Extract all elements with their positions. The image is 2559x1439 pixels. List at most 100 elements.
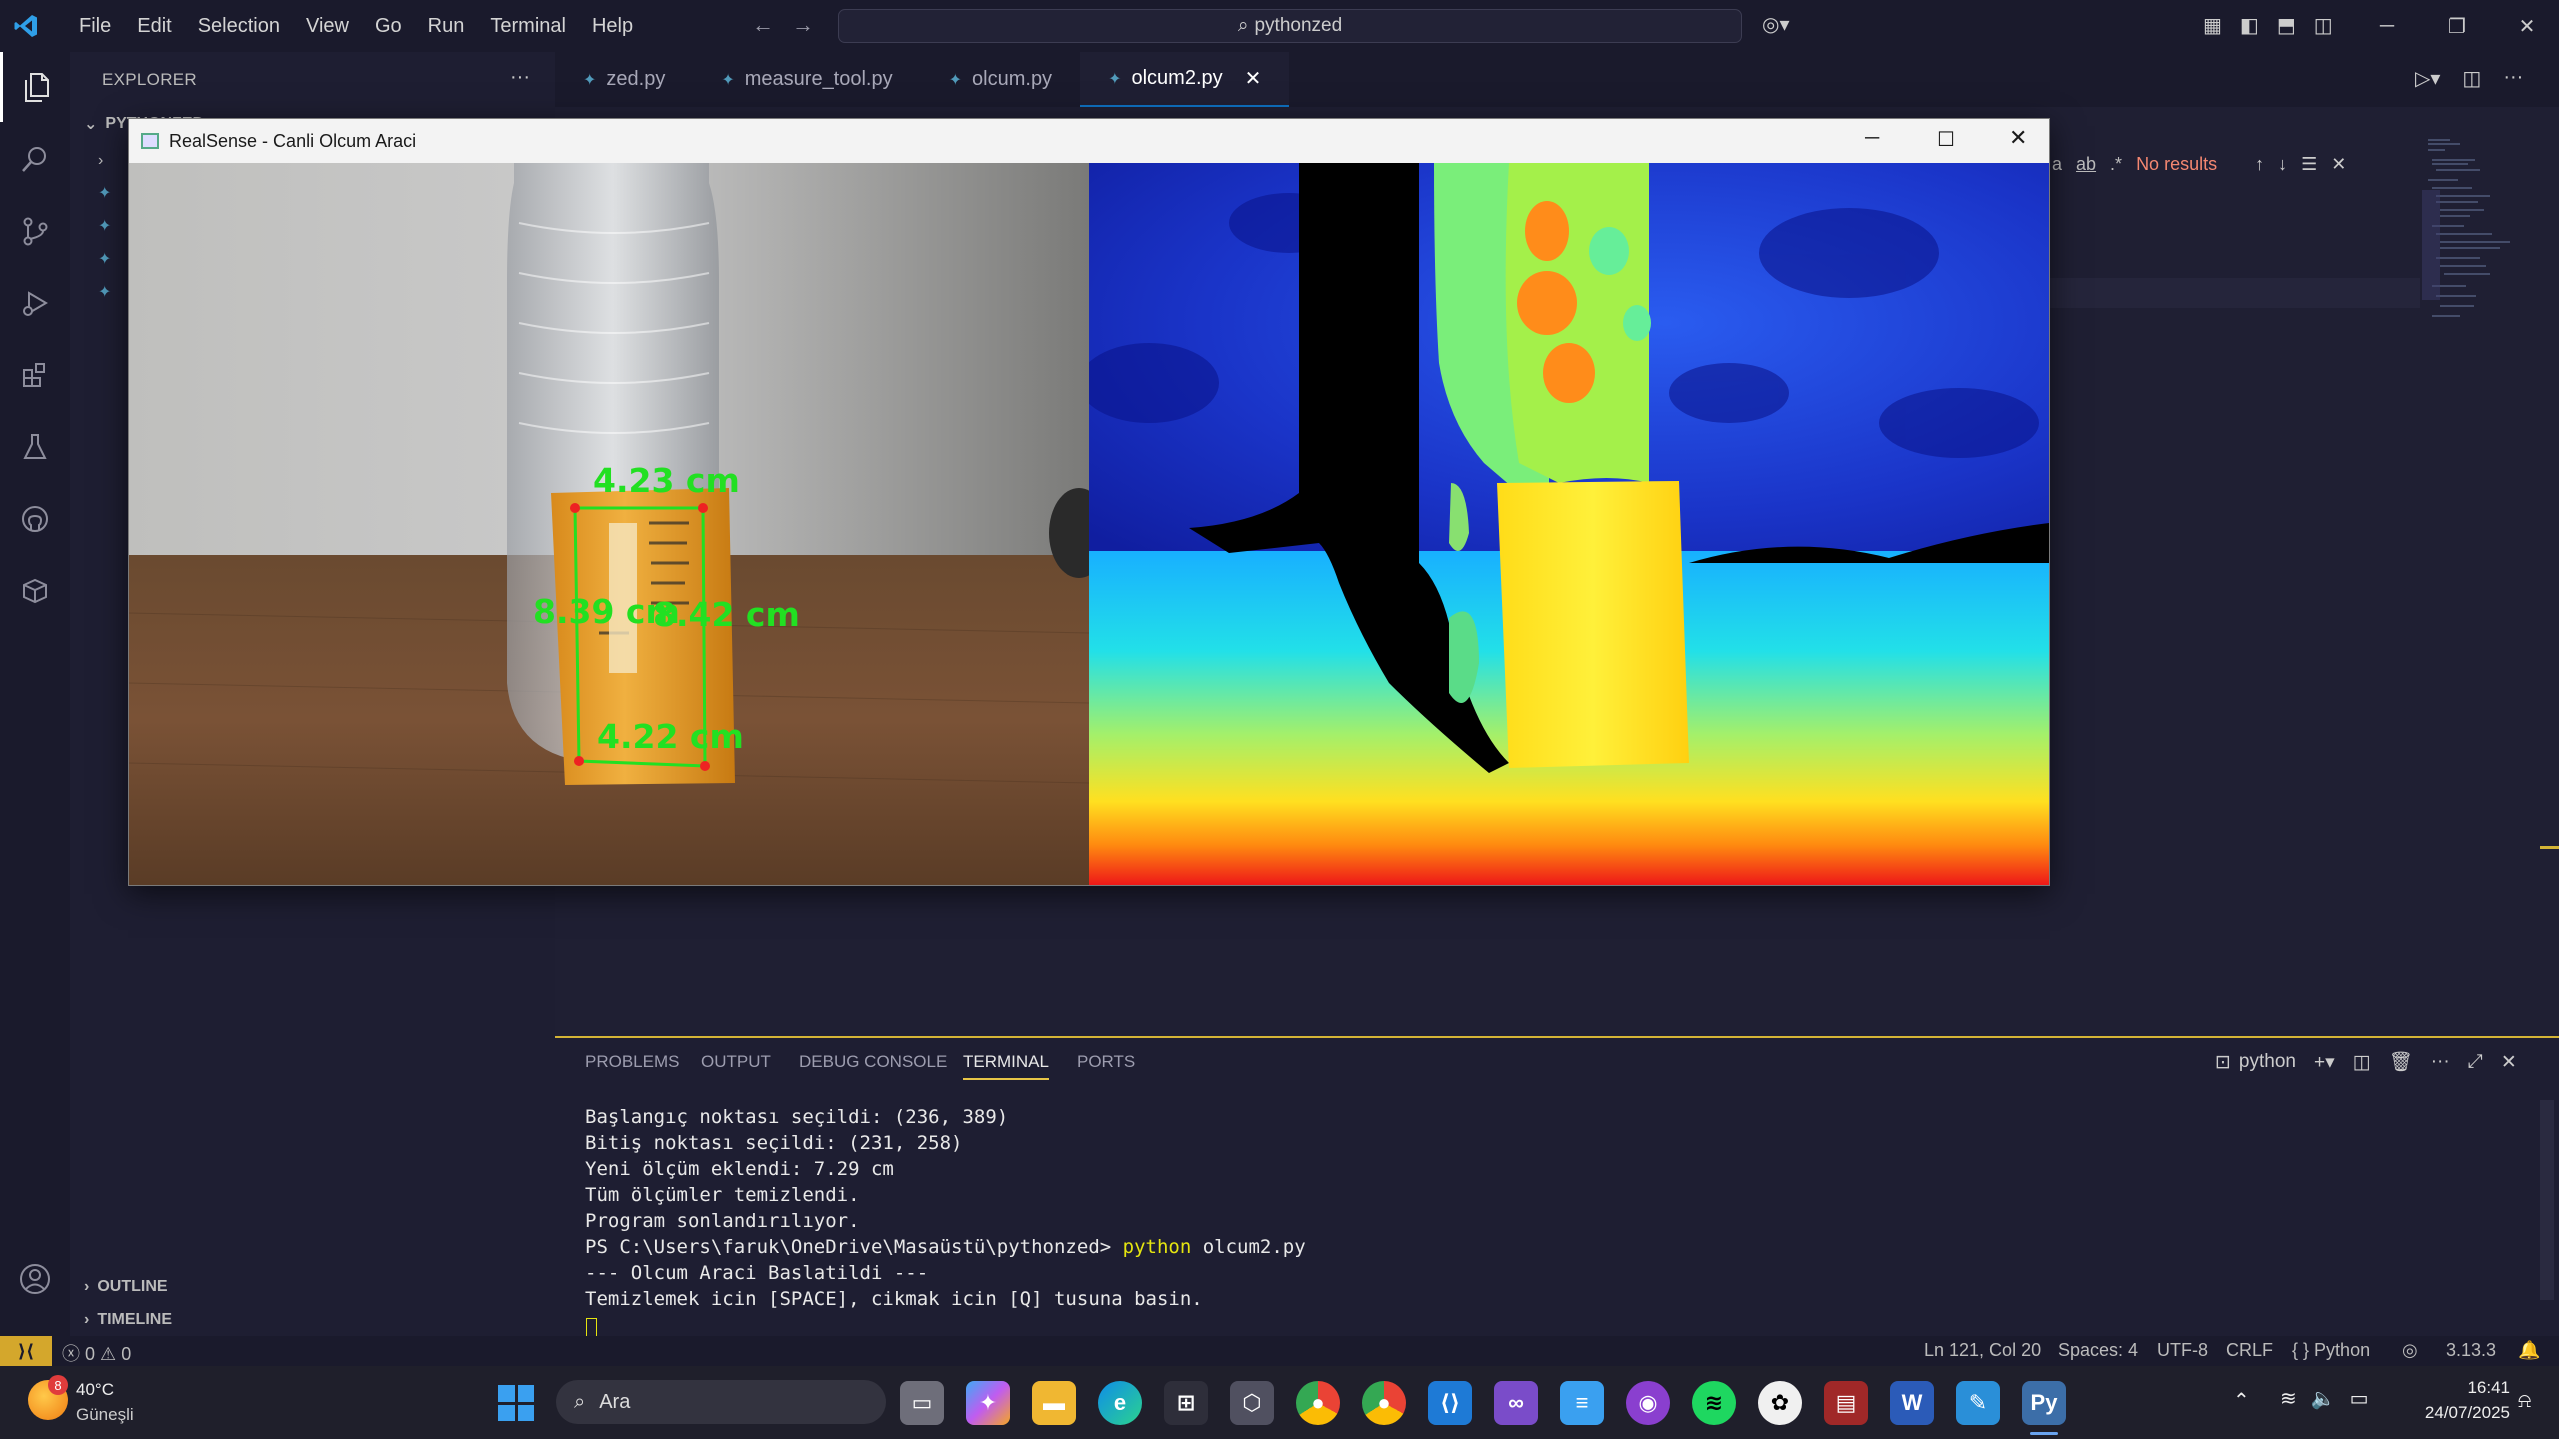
clock-date[interactable]: 24/07/2025 bbox=[2400, 1403, 2510, 1423]
outline-section[interactable]: › OUTLINE bbox=[84, 1278, 168, 1296]
github-desktop-icon[interactable]: ◉ bbox=[1626, 1381, 1670, 1425]
customize-layout-icon[interactable]: ▦ bbox=[2203, 13, 2222, 38]
menu-help[interactable]: Help bbox=[579, 15, 646, 38]
python-taskbar-icon[interactable]: Py bbox=[2022, 1381, 2066, 1425]
winrar-icon[interactable]: ▤ bbox=[1824, 1381, 1868, 1425]
language-mode[interactable]: { } Python bbox=[2292, 1340, 2370, 1361]
chrome-icon[interactable]: ● bbox=[1296, 1381, 1340, 1425]
python-file-icon[interactable]: ✦ bbox=[98, 210, 111, 243]
explorer-icon[interactable] bbox=[0, 52, 70, 122]
unity-hub-icon[interactable]: ⬡ bbox=[1230, 1381, 1274, 1425]
python-file-icon[interactable]: ✦ bbox=[98, 243, 111, 276]
minimap[interactable] bbox=[2420, 130, 2520, 390]
word-icon[interactable]: W bbox=[1890, 1381, 1934, 1425]
maximize-panel-icon[interactable]: ⤢ bbox=[2468, 1051, 2483, 1073]
visual-studio-icon[interactable]: ∞ bbox=[1494, 1381, 1538, 1425]
github-icon[interactable] bbox=[0, 484, 70, 554]
menu-terminal[interactable]: Terminal bbox=[477, 15, 579, 38]
tab-ports[interactable]: PORTS bbox=[1077, 1052, 1135, 1072]
weather-temp[interactable]: 40°C bbox=[76, 1380, 114, 1400]
cursor-position[interactable]: Ln 121, Col 20 bbox=[1924, 1340, 2041, 1361]
timeline-section[interactable]: › TIMELINE bbox=[84, 1311, 172, 1329]
terminal-scrollbar[interactable] bbox=[2540, 1100, 2554, 1300]
source-control-icon[interactable] bbox=[0, 196, 70, 266]
start-windows-icon[interactable] bbox=[498, 1385, 534, 1421]
tab-terminal[interactable]: TERMINAL bbox=[963, 1052, 1049, 1080]
notifications-bell-icon[interactable]: 🔔 bbox=[2518, 1340, 2540, 1361]
end-of-line[interactable]: CRLF bbox=[2226, 1340, 2273, 1361]
find-in-selection-icon[interactable]: ☰ bbox=[2301, 154, 2317, 175]
maximize-button[interactable]: ☐ bbox=[1937, 127, 1955, 152]
tab-zed[interactable]: ✦ zed.py bbox=[555, 52, 693, 107]
forward-arrow-icon[interactable]: → bbox=[792, 12, 814, 38]
paint-icon[interactable]: ✎ bbox=[1956, 1381, 2000, 1425]
split-editor-icon[interactable]: ◫ bbox=[2462, 66, 2481, 91]
microsoft-store-icon[interactable]: ⊞ bbox=[1164, 1381, 1208, 1425]
python-version[interactable]: 3.13.3 bbox=[2446, 1340, 2496, 1361]
chrome-profile-icon[interactable]: ● bbox=[1362, 1381, 1406, 1425]
openai-icon[interactable]: ✿ bbox=[1758, 1381, 1802, 1425]
copilot-status-icon[interactable]: ◎ bbox=[2402, 1340, 2418, 1361]
python-file-icon[interactable]: ✦ bbox=[98, 177, 111, 210]
menu-run[interactable]: Run bbox=[415, 15, 478, 38]
extensions-icon[interactable] bbox=[0, 340, 70, 410]
command-center-search[interactable]: ⌕ pythonzed bbox=[838, 9, 1742, 43]
close-tab-icon[interactable]: ✕ bbox=[1245, 66, 1262, 91]
indentation[interactable]: Spaces: 4 bbox=[2058, 1340, 2138, 1361]
tab-measure-tool[interactable]: ✦ measure_tool.py bbox=[693, 52, 920, 107]
containers-icon[interactable] bbox=[0, 556, 70, 626]
toggle-panel-icon[interactable]: ⬒ bbox=[2277, 13, 2296, 38]
problems-indicator[interactable]: ⓧ 0 ⚠ 0 bbox=[62, 1340, 131, 1366]
tab-output[interactable]: OUTPUT bbox=[701, 1052, 771, 1072]
copilot-app-icon[interactable]: ✦ bbox=[966, 1381, 1010, 1425]
rgb-camera-view[interactable]: 4.23 cm 8.39 cm 8.42 cm 4.22 cm bbox=[129, 163, 1089, 885]
tab-olcum2[interactable]: ✦ olcum2.py ✕ bbox=[1080, 52, 1290, 107]
menu-edit[interactable]: Edit bbox=[124, 15, 184, 38]
kill-terminal-icon[interactable]: 🗑 bbox=[2389, 1050, 2413, 1074]
file-explorer-icon[interactable]: ▬ bbox=[1032, 1381, 1076, 1425]
terminal-shell-name[interactable]: python bbox=[2239, 1051, 2296, 1073]
close-button[interactable]: ✕ bbox=[2009, 125, 2027, 151]
regex-icon[interactable]: .* bbox=[2110, 154, 2122, 175]
notification-center-icon[interactable]: ⍾ bbox=[2518, 1390, 2531, 1413]
previous-match-icon[interactable]: ↑ bbox=[2255, 154, 2264, 175]
tab-problems[interactable]: PROBLEMS bbox=[585, 1052, 679, 1072]
menu-selection[interactable]: Selection bbox=[185, 15, 293, 38]
more-actions-icon[interactable]: ··· bbox=[2431, 1051, 2450, 1073]
python-file-icon[interactable]: ✦ bbox=[98, 276, 111, 309]
toggle-secondary-sidebar-icon[interactable]: ◫ bbox=[2314, 13, 2333, 38]
encoding[interactable]: UTF-8 bbox=[2157, 1340, 2208, 1361]
account-icon[interactable] bbox=[0, 1244, 70, 1314]
close-find-icon[interactable]: ✕ bbox=[2331, 154, 2346, 175]
match-case-icon[interactable]: a bbox=[2052, 154, 2062, 175]
tab-debug-console[interactable]: DEBUG CONSOLE bbox=[799, 1052, 947, 1072]
close-button[interactable]: ✕ bbox=[2492, 0, 2559, 52]
next-match-icon[interactable]: ↓ bbox=[2278, 154, 2287, 175]
show-hidden-icons[interactable]: ⌃ bbox=[2233, 1388, 2250, 1413]
match-whole-word-icon[interactable]: ab bbox=[2076, 154, 2096, 175]
back-arrow-icon[interactable]: ← bbox=[752, 12, 774, 38]
vscode-taskbar-icon[interactable]: ⟨⟩ bbox=[1428, 1381, 1472, 1425]
minimize-button[interactable]: ─ bbox=[1865, 127, 1879, 150]
more-actions-icon[interactable]: ··· bbox=[2503, 66, 2523, 91]
tree-item[interactable]: › bbox=[98, 144, 111, 177]
edge-browser-icon[interactable]: e bbox=[1098, 1381, 1142, 1425]
copilot-icon[interactable]: ◎▾ bbox=[1762, 12, 1790, 37]
menu-view[interactable]: View bbox=[293, 15, 362, 38]
minimize-button[interactable]: ─ bbox=[2352, 0, 2422, 52]
panel-resize-sash[interactable] bbox=[2540, 846, 2559, 849]
spotify-icon[interactable]: ≋ bbox=[1692, 1381, 1736, 1425]
realsense-title-bar[interactable]: RealSense - Canli Olcum Araci ─ ☐ ✕ bbox=[129, 119, 2049, 163]
testing-flask-icon[interactable] bbox=[0, 412, 70, 482]
task-view-icon[interactable]: ▭ bbox=[900, 1381, 944, 1425]
split-terminal-icon[interactable]: ◫ bbox=[2353, 1051, 2371, 1074]
menu-go[interactable]: Go bbox=[362, 15, 415, 38]
toggle-sidebar-icon[interactable]: ◧ bbox=[2240, 13, 2259, 38]
tab-olcum[interactable]: ✦ olcum.py bbox=[921, 52, 1080, 107]
wifi-icon[interactable]: ≋ bbox=[2280, 1386, 2297, 1411]
new-terminal-icon[interactable]: +▾ bbox=[2314, 1051, 2335, 1074]
weather-desc[interactable]: Güneşli bbox=[76, 1405, 134, 1425]
more-actions-icon[interactable]: ··· bbox=[510, 66, 530, 89]
realsense-window[interactable]: RealSense - Canli Olcum Araci ─ ☐ ✕ 4.23… bbox=[128, 118, 2050, 886]
notepad-icon[interactable]: ≡ bbox=[1560, 1381, 1604, 1425]
